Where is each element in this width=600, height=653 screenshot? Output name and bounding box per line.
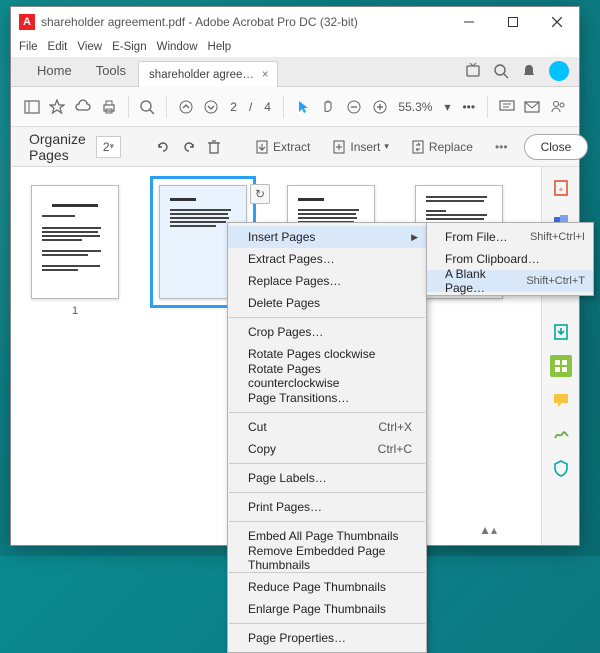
window-title: shareholder agreement.pdf - Adobe Acroba…: [41, 15, 358, 29]
zoom-level[interactable]: 55.3%: [394, 100, 436, 114]
page-sep: /: [245, 100, 256, 114]
ctx-remove-thumbs[interactable]: Remove Embedded Page Thumbnails: [228, 547, 426, 569]
organize-more-icon[interactable]: •••: [489, 140, 514, 154]
ctx-print-pages[interactable]: Print Pages…: [228, 496, 426, 518]
tool-sign-icon[interactable]: [550, 423, 572, 445]
tab-row: Home Tools shareholder agree… ×: [11, 57, 579, 87]
tab-tools[interactable]: Tools: [84, 56, 138, 86]
tab-document[interactable]: shareholder agree… ×: [138, 61, 278, 87]
menu-window[interactable]: Window: [157, 41, 198, 53]
app-icon: A: [19, 14, 35, 30]
menubar: File Edit View E-Sign Window Help: [11, 37, 579, 57]
zoom-in-icon[interactable]: [369, 94, 391, 120]
hand-icon[interactable]: [317, 94, 339, 120]
main-toolbar: 2 / 4 55.3% ▾ •••: [11, 87, 579, 127]
blank-page-shortcut: Shift+Ctrl+T: [526, 275, 585, 287]
sub-from-file[interactable]: From File… Shift+Ctrl+I: [427, 226, 593, 248]
email-icon[interactable]: [522, 94, 544, 120]
tab-close-icon[interactable]: ×: [262, 69, 269, 81]
star-icon[interactable]: [47, 94, 69, 120]
page-current[interactable]: 2: [226, 100, 241, 114]
menu-view[interactable]: View: [77, 41, 102, 53]
bell-icon[interactable]: [521, 63, 537, 79]
ctx-cut[interactable]: CutCtrl+X: [228, 416, 426, 438]
tab-document-label: shareholder agree…: [149, 69, 254, 81]
extract-label: Extract: [273, 140, 310, 154]
share-icon[interactable]: [465, 63, 481, 79]
ctx-delete-pages[interactable]: Delete Pages: [228, 292, 426, 314]
tool-create-pdf-icon[interactable]: +: [550, 177, 572, 199]
tool-export-icon[interactable]: [550, 321, 572, 343]
tab-home[interactable]: Home: [25, 56, 84, 86]
close-label: Close: [541, 140, 572, 154]
ctx-enlarge-thumbs[interactable]: Enlarge Page Thumbnails: [228, 598, 426, 620]
insert-button[interactable]: Insert ▾: [326, 135, 395, 159]
menu-esign[interactable]: E-Sign: [112, 41, 147, 53]
page-up-icon[interactable]: [175, 94, 197, 120]
ctx-replace-pages[interactable]: Replace Pages…: [228, 270, 426, 292]
ctx-reduce-thumbs[interactable]: Reduce Page Thumbnails: [228, 576, 426, 598]
ctx-transitions[interactable]: Page Transitions…: [228, 387, 426, 409]
zoom-caret-icon[interactable]: ▾: [440, 100, 454, 114]
insert-pages-submenu: From File… Shift+Ctrl+I From Clipboard… …: [426, 222, 594, 296]
submenu-arrow-icon: ▶: [411, 232, 418, 243]
ctx-extract-pages[interactable]: Extract Pages…: [228, 248, 426, 270]
insert-caret-icon: ▾: [384, 141, 389, 152]
zoom-out-icon[interactable]: [343, 94, 365, 120]
ctx-page-properties[interactable]: Page Properties…: [228, 627, 426, 649]
print-icon[interactable]: [98, 94, 120, 120]
context-menu: Insert Pages ▶ Extract Pages… Replace Pa…: [227, 222, 427, 653]
menu-help[interactable]: Help: [208, 41, 232, 53]
titlebar: A shareholder agreement.pdf - Adobe Acro…: [11, 7, 579, 37]
cut-shortcut: Ctrl+X: [378, 420, 412, 434]
trash-icon[interactable]: [207, 134, 221, 160]
copy-shortcut: Ctrl+C: [378, 442, 412, 456]
thumb-page-1[interactable]: 1: [31, 185, 119, 317]
page-total: 4: [260, 100, 275, 114]
tool-comment-icon[interactable]: [550, 389, 572, 411]
comment-icon[interactable]: [496, 94, 518, 120]
menu-file[interactable]: File: [19, 41, 38, 53]
insert-label: Insert: [350, 140, 380, 154]
search-icon[interactable]: [136, 94, 158, 120]
organize-bar: Organize Pages 2 Extract Insert ▾ Replac…: [11, 127, 579, 167]
ctx-page-labels[interactable]: Page Labels…: [228, 467, 426, 489]
tool-organize-active-icon[interactable]: [550, 355, 572, 377]
svg-text:+: +: [558, 185, 563, 194]
organize-title: Organize Pages: [29, 131, 86, 163]
sidebar-toggle-icon[interactable]: [21, 94, 43, 120]
ctx-copy[interactable]: CopyCtrl+C: [228, 438, 426, 460]
ctx-crop-pages[interactable]: Crop Pages…: [228, 321, 426, 343]
page-down-icon[interactable]: [201, 94, 223, 120]
organize-close-button[interactable]: Close: [524, 134, 589, 160]
share-people-icon[interactable]: [547, 94, 569, 120]
maximize-button[interactable]: [491, 7, 535, 37]
ctx-insert-pages[interactable]: Insert Pages ▶: [228, 226, 426, 248]
replace-label: Replace: [429, 140, 473, 154]
close-window-button[interactable]: [535, 7, 579, 37]
sub-blank-page[interactable]: A Blank Page… Shift+Ctrl+T: [427, 270, 593, 292]
from-file-shortcut: Shift+Ctrl+I: [530, 231, 585, 243]
search-top-icon[interactable]: [493, 63, 509, 79]
minimize-button[interactable]: [447, 7, 491, 37]
menu-edit[interactable]: Edit: [48, 41, 68, 53]
organize-page-field[interactable]: 2: [96, 136, 121, 158]
tool-protect-icon[interactable]: [550, 457, 572, 479]
rotate-ccw-icon[interactable]: [155, 134, 171, 160]
toolbar-more-icon[interactable]: •••: [458, 100, 479, 114]
ctx-rotate-ccw[interactable]: Rotate Pages counterclockwise: [228, 365, 426, 387]
thumb-rotate-icon[interactable]: ↻: [250, 184, 270, 204]
replace-button[interactable]: Replace: [405, 135, 479, 159]
zoom-slider-icon[interactable]: ▲▴: [479, 523, 497, 537]
thumb-1-label: 1: [31, 305, 119, 317]
extract-button[interactable]: Extract: [249, 135, 316, 159]
pointer-icon[interactable]: [292, 94, 314, 120]
rotate-cw-icon[interactable]: [181, 134, 197, 160]
avatar[interactable]: [549, 61, 569, 81]
cloud-icon[interactable]: [72, 94, 94, 120]
